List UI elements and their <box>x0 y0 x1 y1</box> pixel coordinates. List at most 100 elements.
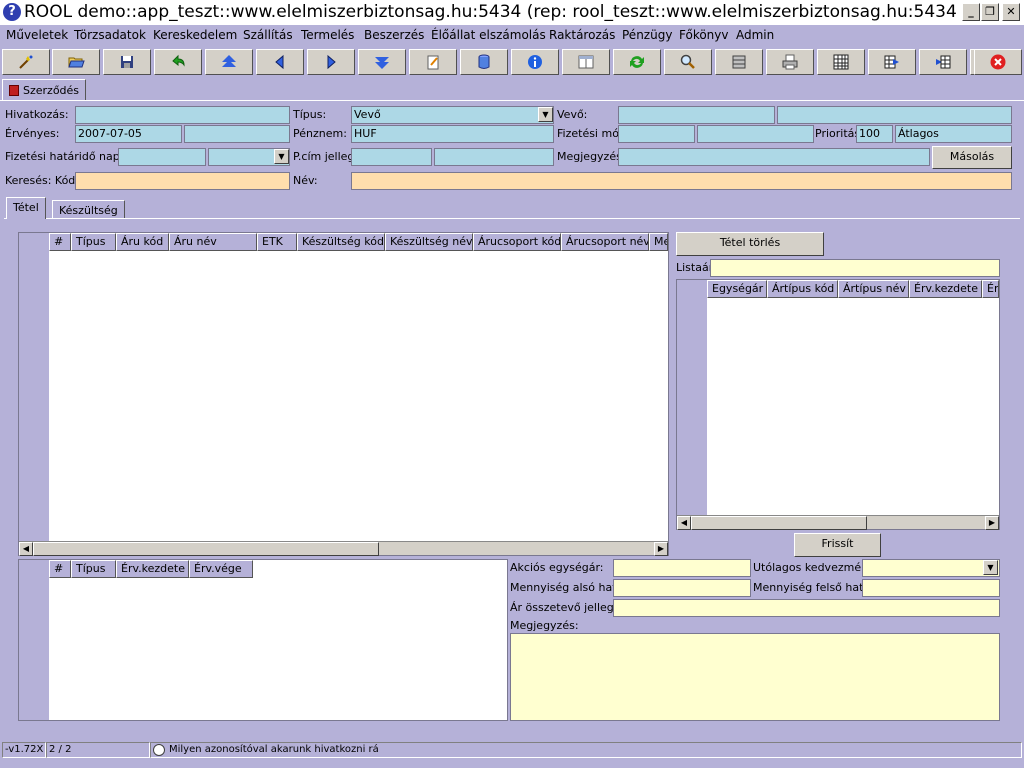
edit-icon <box>427 55 439 70</box>
megjegyzes-input[interactable] <box>618 148 930 166</box>
grid-button[interactable] <box>817 49 865 75</box>
info-button[interactable] <box>511 49 559 75</box>
items-col-me[interactable]: Me <box>649 233 668 251</box>
penznem-input[interactable]: HUF <box>351 125 554 143</box>
items-grid-scroll-thumb[interactable] <box>33 542 379 556</box>
listaar-input[interactable] <box>710 259 1000 277</box>
prioritas-text-input[interactable]: Átlagos <box>895 125 1012 143</box>
items-col-tipus[interactable]: Típus <box>71 233 116 251</box>
kereses-kod-input[interactable] <box>75 172 290 190</box>
edit-button[interactable] <box>409 49 457 75</box>
utolagos-kedvezmeny-select[interactable] <box>862 559 1000 577</box>
items-col-index[interactable]: # <box>49 233 71 251</box>
akcios-egysegar-input[interactable] <box>613 559 751 577</box>
pcim-label: P.cím jelleg: <box>293 150 359 163</box>
export-button[interactable] <box>868 49 916 75</box>
menu-torzsadatok[interactable]: Törzsadatok <box>74 28 146 42</box>
bottom-grid[interactable]: # Típus Érv.kezdete Érv.vége <box>18 559 508 721</box>
tetel-torles-button[interactable]: Tétel törlés <box>676 232 824 256</box>
restore-button[interactable]: ❐ <box>981 3 999 21</box>
bottom-col-erv-kezdete[interactable]: Érv.kezdete <box>116 560 189 578</box>
price-grid-hscrollbar[interactable]: ◀ ▶ <box>677 515 999 530</box>
search-button[interactable] <box>664 49 712 75</box>
price-col-egysegar[interactable]: Egységár <box>707 280 767 298</box>
wizard-button[interactable] <box>2 49 50 75</box>
price-col-erv-kezdete[interactable]: Érv.kezdete <box>909 280 982 298</box>
fizetesi-mod-code-input[interactable] <box>618 125 695 143</box>
undo-button[interactable] <box>154 49 202 75</box>
bottom-col-index[interactable]: # <box>49 560 71 578</box>
utolagos-dropdown-icon[interactable]: ▼ <box>983 560 998 575</box>
next-button[interactable] <box>307 49 355 75</box>
bottom-col-erv-vege[interactable]: Érv.vége <box>189 560 253 578</box>
menu-fokonyv[interactable]: Főkönyv <box>679 28 729 42</box>
title-bar[interactable]: ? ROOL demo::app_teszt::www.elelmiszerbi… <box>0 0 1024 25</box>
hivatkozas-input[interactable] <box>75 106 290 124</box>
price-col-erv[interactable]: Érv <box>982 280 999 298</box>
print-button[interactable] <box>766 49 814 75</box>
tipus-select[interactable]: Vevő <box>351 106 554 124</box>
prioritas-input[interactable]: 100 <box>856 125 893 143</box>
price-scroll-right-icon[interactable]: ▶ <box>985 516 999 530</box>
fizetesi-mod-name-input[interactable] <box>697 125 814 143</box>
detail-megjegyzes-textarea[interactable] <box>510 633 1000 721</box>
menu-raktarozas[interactable]: Raktározás <box>549 28 615 42</box>
frissit-button[interactable]: Frissít <box>794 533 881 557</box>
menu-muveletek[interactable]: Műveletek <box>6 28 68 42</box>
items-col-aru-nev[interactable]: Áru név <box>169 233 257 251</box>
menny-felso-input[interactable] <box>862 579 1000 597</box>
ervenyes-from-input[interactable]: 2007-07-05 <box>75 125 182 143</box>
masolas-button[interactable]: Másolás <box>932 146 1012 169</box>
menu-eloallat[interactable]: Élőállat elszámolás <box>431 28 546 42</box>
menu-kereskedelem[interactable]: Kereskedelem <box>153 28 237 42</box>
columns-button[interactable] <box>715 49 763 75</box>
database-button[interactable] <box>460 49 508 75</box>
menny-also-input[interactable] <box>613 579 751 597</box>
items-col-keszultseg-kod[interactable]: Készültség kód <box>297 233 385 251</box>
items-col-aru-kod[interactable]: Áru kód <box>116 233 169 251</box>
scroll-right-icon[interactable]: ▶ <box>654 542 668 556</box>
price-col-artipus-nev[interactable]: Ártípus név <box>838 280 909 298</box>
price-grid-scroll-thumb[interactable] <box>691 516 867 530</box>
kereses-nev-input[interactable] <box>351 172 1012 190</box>
minimize-button[interactable]: _ <box>962 3 980 21</box>
vevo-code-input[interactable] <box>618 106 775 124</box>
items-col-arucsoport-nev[interactable]: Árucsoport név <box>561 233 649 251</box>
exit-button[interactable] <box>974 49 1022 75</box>
items-col-arucsoport-kod[interactable]: Árucsoport kód <box>473 233 561 251</box>
tipus-dropdown-icon[interactable]: ▼ <box>538 107 553 122</box>
menu-admin[interactable]: Admin <box>736 28 774 42</box>
last-record-button[interactable] <box>358 49 406 75</box>
items-col-etk[interactable]: ETK <box>257 233 297 251</box>
price-col-artipus-kod[interactable]: Ártípus kód <box>767 280 838 298</box>
tab-keszultseg[interactable]: Készültség <box>52 200 125 219</box>
menu-beszerzes[interactable]: Beszerzés <box>364 28 424 42</box>
tab-tetel[interactable]: Tétel <box>6 197 46 219</box>
open-button[interactable] <box>52 49 100 75</box>
pcim-code-input[interactable] <box>351 148 432 166</box>
first-record-button[interactable] <box>205 49 253 75</box>
bottom-col-tipus[interactable]: Típus <box>71 560 116 578</box>
items-col-keszultseg-nev[interactable]: Készültség név <box>385 233 473 251</box>
menu-termeles[interactable]: Termelés <box>301 28 354 42</box>
price-scroll-left-icon[interactable]: ◀ <box>677 516 691 530</box>
menu-penzugy[interactable]: Pénzügy <box>622 28 672 42</box>
previous-button[interactable] <box>256 49 304 75</box>
items-grid-hscrollbar[interactable]: ◀ ▶ <box>19 541 668 556</box>
refresh-button[interactable] <box>613 49 661 75</box>
tab-szerzodes[interactable]: Szerződés <box>2 79 87 101</box>
items-grid[interactable]: # Típus Áru kód Áru név ETK Készültség k… <box>18 232 669 556</box>
close-button[interactable]: ✕ <box>1002 3 1020 21</box>
menu-szallitas[interactable]: Szállítás <box>243 28 293 42</box>
pcim-name-input[interactable] <box>434 148 554 166</box>
vevo-name-input[interactable] <box>777 106 1012 124</box>
ar-osszetevo-input[interactable] <box>613 599 1000 617</box>
save-button[interactable] <box>103 49 151 75</box>
import-button[interactable] <box>919 49 967 75</box>
form-view-button[interactable] <box>562 49 610 75</box>
fizetesi-napok-dropdown-icon[interactable]: ▼ <box>274 149 289 164</box>
fizetesi-napok-input[interactable] <box>118 148 206 166</box>
price-grid[interactable]: Egységár Ártípus kód Ártípus név Érv.kez… <box>676 279 1000 530</box>
scroll-left-icon[interactable]: ◀ <box>19 542 33 556</box>
ervenyes-to-input[interactable] <box>184 125 290 143</box>
